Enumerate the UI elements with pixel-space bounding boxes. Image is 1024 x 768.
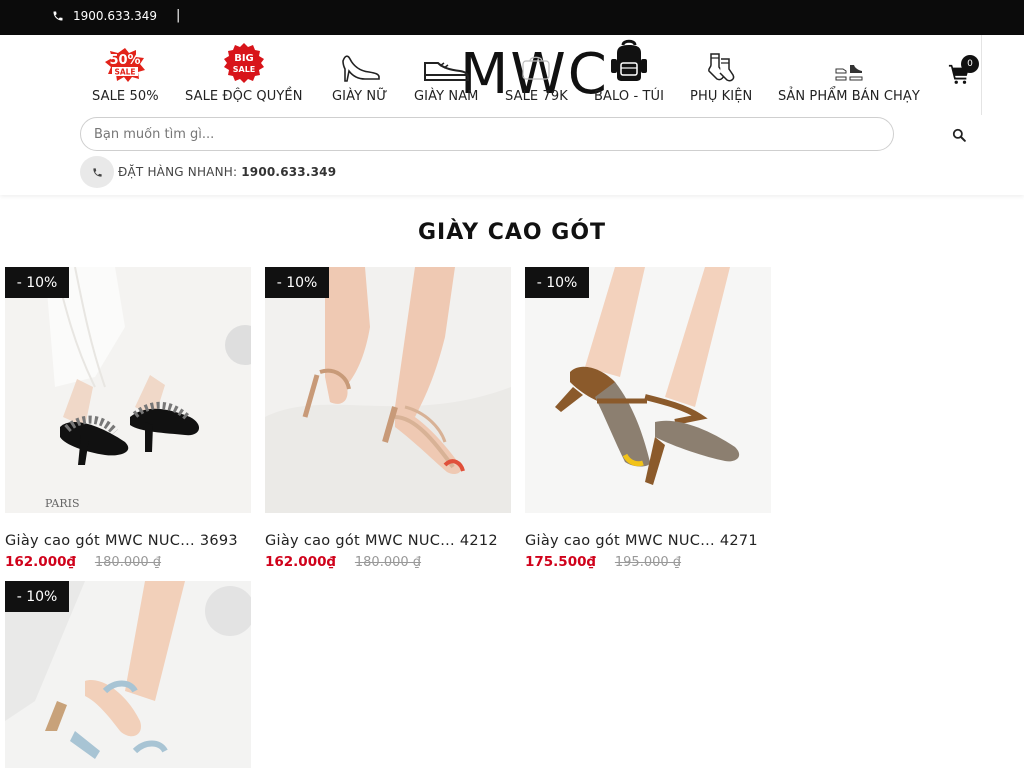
cart-count-badge: 0 [961, 55, 979, 73]
product-price: 175.500₫ [525, 554, 596, 570]
product-card[interactable]: PARIS - 10% Giày cao gót MWC NUC... 3693… [5, 267, 251, 570]
site-header: MWC 50% SALE SALE 50% BIG SALE SALE ĐỘC … [0, 35, 1024, 195]
nav-item-label: SẢN PHẨM BÁN CHẠY [778, 89, 920, 104]
product-prices: 175.500₫ 195.000 ₫ [525, 554, 771, 570]
product-name[interactable]: Giày cao gót MWC NUC... 4212 [265, 533, 515, 549]
svg-text:BIG: BIG [234, 53, 254, 64]
product-card[interactable]: - 10% Giày cao gót MWC NUC... 4212 162.0… [265, 267, 511, 570]
big-sale-icon: BIG SALE [223, 43, 265, 83]
product-prices: 162.000₫ 180.000 ₫ [5, 554, 251, 570]
nav-item-label: GIÀY NỮ [332, 89, 388, 104]
blue-strap-heel-image[interactable]: - 10% [5, 581, 251, 768]
sneaker-icon [422, 43, 470, 83]
search-icon [952, 128, 966, 142]
nav-item-label: GIÀY NAM [414, 89, 479, 104]
nav-item-sale-79k[interactable]: SALE 79K [505, 43, 568, 104]
quick-order-label: ĐẶT HÀNG NHANH: [118, 165, 238, 179]
search-button[interactable] [948, 125, 970, 145]
bestseller-shoes-icon [834, 43, 864, 83]
discount-badge: - 10% [5, 581, 69, 612]
product-old-price: 195.000 ₫ [614, 555, 682, 570]
nav-item-balo-tui[interactable]: BALO - TÚI [594, 39, 665, 104]
main-nav: 50% SALE SALE 50% BIG SALE SALE ĐỘC QUYỀ… [0, 35, 1024, 115]
top-bar: 1900.633.349 | [0, 0, 1024, 35]
nav-item-label: SALE ĐỘC QUYỀN [185, 89, 303, 104]
phone-icon [53, 11, 63, 21]
category-title: GIÀY CAO GÓT [417, 220, 607, 245]
product-name[interactable]: Giày cao gót MWC NUC... 4271 [525, 533, 775, 549]
nav-item-sale-doc-quyen[interactable]: BIG SALE SALE ĐỘC QUYỀN [185, 43, 303, 104]
discount-badge: - 10% [5, 267, 69, 298]
product-price: 162.000₫ [265, 554, 336, 570]
high-heel-icon [339, 43, 381, 83]
topbar-phone[interactable]: 1900.633.349 [52, 9, 157, 23]
sale-50-icon: 50% SALE [103, 43, 147, 83]
product-card[interactable]: - 10% Giày cao gót MWC NUC... 4271 175.5… [525, 267, 771, 570]
product-old-price: 180.000 ₫ [94, 555, 162, 570]
black-slingback-heel-image[interactable]: PARIS - 10% [5, 267, 251, 513]
sale-79k-icon [519, 43, 553, 83]
product-name[interactable]: Giày cao gót MWC NUC... 3693 [5, 533, 255, 549]
svg-text:SALE: SALE [233, 65, 256, 74]
discount-badge: - 10% [265, 267, 329, 298]
product-card[interactable]: - 10% [5, 581, 251, 768]
nav-item-label: PHỤ KIỆN [690, 89, 753, 104]
product-price: 162.000₫ [5, 554, 76, 570]
nude-strappy-sandal-image[interactable]: - 10% [265, 267, 511, 513]
nav-item-label: SALE 79K [505, 89, 568, 104]
nav-item-phu-kien[interactable]: PHỤ KIỆN [690, 43, 752, 104]
topbar-phone-number: 1900.633.349 [73, 9, 157, 23]
nav-item-label: SALE 50% [92, 89, 159, 104]
svg-text:SALE: SALE [115, 68, 136, 77]
nav-item-sale-50[interactable]: 50% SALE SALE 50% [92, 43, 159, 104]
svg-text:PARIS: PARIS [45, 497, 80, 510]
phone-icon [80, 156, 114, 188]
quick-order[interactable]: ĐẶT HÀNG NHANH: 1900.633.349 [80, 156, 336, 188]
socks-icon [703, 43, 739, 83]
product-prices: 162.000₫ 180.000 ₫ [265, 554, 511, 570]
nav-item-giay-nam[interactable]: GIÀY NAM [414, 43, 479, 104]
svg-text:50%: 50% [110, 53, 141, 68]
search-input[interactable] [80, 117, 894, 151]
header-divider [981, 35, 982, 115]
nav-item-giay-nu[interactable]: GIÀY NỮ [332, 43, 387, 104]
houndstooth-block-heel-image[interactable]: - 10% [525, 267, 771, 513]
quick-order-number: 1900.633.349 [241, 165, 337, 179]
topbar-separator: | [176, 8, 181, 23]
backpack-icon [609, 39, 649, 83]
nav-item-label: BALO - TÚI [594, 89, 665, 104]
product-old-price: 180.000 ₫ [354, 555, 422, 570]
discount-badge: - 10% [525, 267, 589, 298]
nav-item-ban-chay[interactable]: SẢN PHẨM BÁN CHẠY [778, 43, 920, 104]
